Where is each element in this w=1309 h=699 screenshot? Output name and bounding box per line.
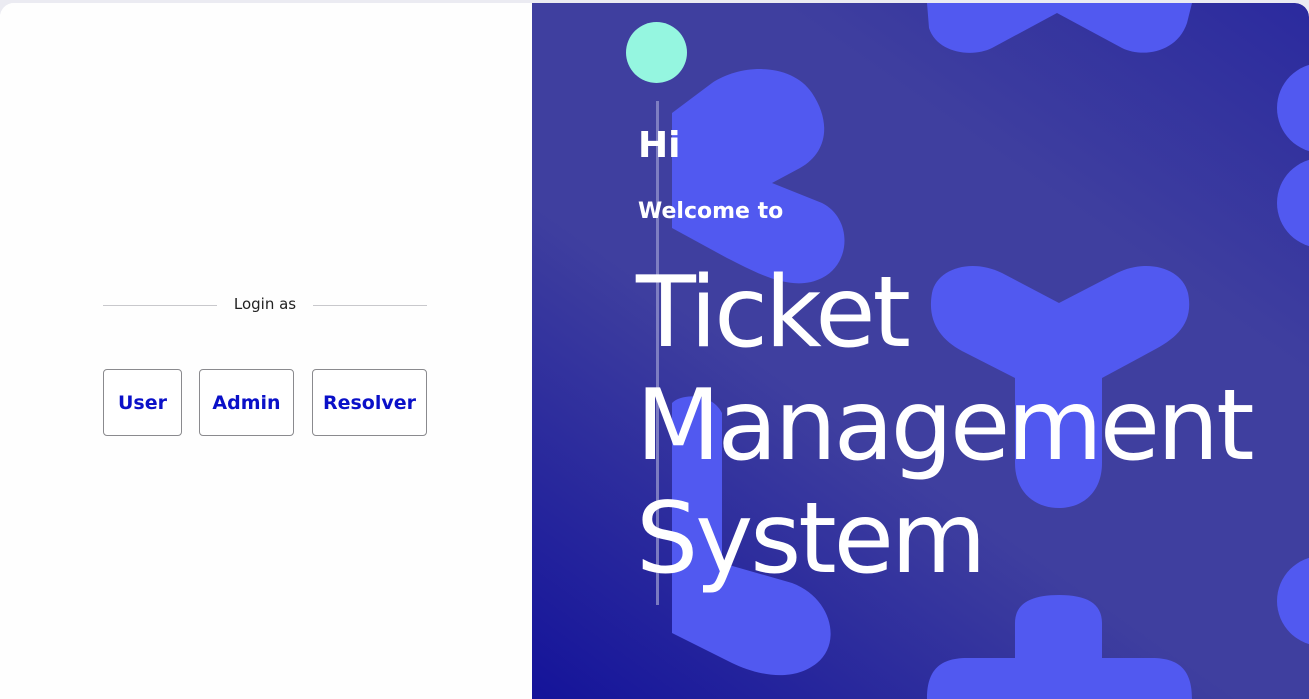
title-line-1: Ticket: [636, 256, 911, 370]
divider-line-right: [313, 305, 427, 306]
welcome-subheading: Welcome to: [638, 199, 784, 224]
login-page: Login as User Admin Resolver Hi Welcome …: [0, 3, 1309, 699]
deco-top-shape: [927, 3, 1192, 53]
title-line-3: System: [636, 482, 986, 596]
deco-chevron-upper: [672, 69, 845, 284]
deco-right-circle-2: [1277, 159, 1309, 247]
deco-right-circle-1: [1277, 64, 1309, 152]
greeting-heading: Hi: [638, 125, 681, 166]
login-panel: Login as User Admin Resolver: [0, 3, 532, 699]
system-title: Ticket Management System: [636, 257, 1296, 596]
title-line-2: Management: [636, 369, 1255, 483]
login-admin-button[interactable]: Admin: [199, 369, 294, 436]
welcome-panel: Hi Welcome to Ticket Management System: [532, 3, 1309, 699]
login-user-button[interactable]: User: [103, 369, 182, 436]
login-resolver-button[interactable]: Resolver: [312, 369, 427, 436]
login-as-label: Login as: [233, 295, 297, 313]
accent-dot: [626, 22, 687, 83]
deco-bottom-shape: [927, 595, 1192, 699]
login-as-divider: Login as: [103, 294, 427, 316]
